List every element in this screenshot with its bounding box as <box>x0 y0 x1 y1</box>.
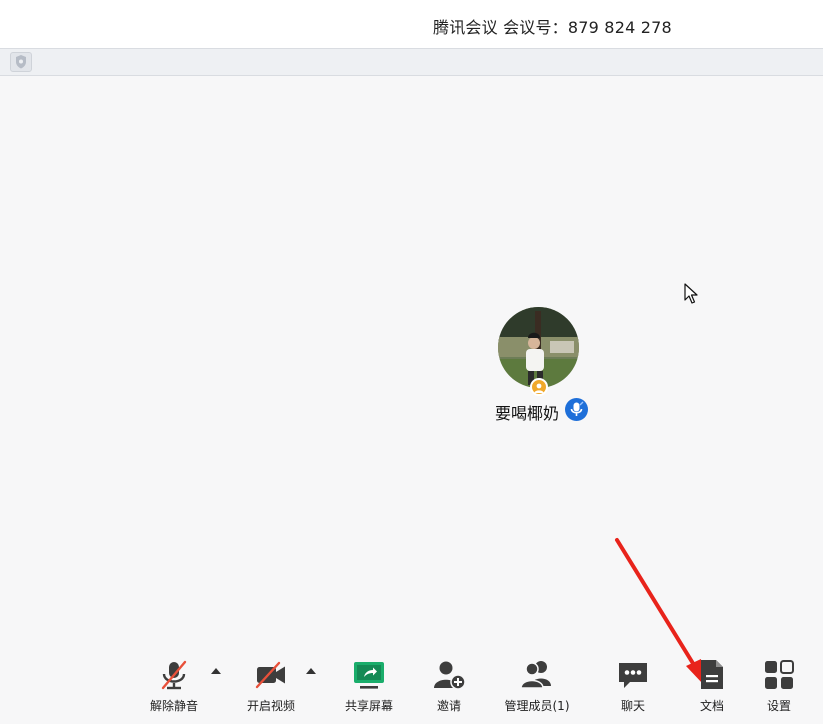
video-options-caret-icon[interactable] <box>306 668 316 674</box>
mic-muted-icon <box>161 660 187 690</box>
manage-members-button[interactable]: 管理成员(1) <box>502 658 572 718</box>
settings-button[interactable]: 设置 <box>744 658 814 718</box>
unmute-button[interactable]: 解除静音 <box>139 658 209 718</box>
share-screen-button[interactable]: 共享屏幕 <box>334 658 404 718</box>
start-video-label: 开启视频 <box>246 699 295 713</box>
info-bar <box>0 48 823 76</box>
manage-members-label: 管理成员(1) <box>504 699 570 713</box>
chat-label: 聊天 <box>620 699 645 713</box>
unmute-label: 解除静音 <box>149 699 198 713</box>
meeting-toolbar: 解除静音 开启视频 共享屏幕 邀请 管理成员(1) 聊天 文档 设置 <box>0 644 823 724</box>
document-icon <box>701 660 723 689</box>
share-screen-icon <box>354 662 384 689</box>
grid-icon <box>765 660 794 689</box>
camera-off-icon <box>255 661 285 689</box>
members-icon <box>520 661 551 689</box>
chat-button[interactable]: 聊天 <box>598 658 668 718</box>
documents-button[interactable]: 文档 <box>677 658 747 718</box>
participant-avatar <box>498 307 579 388</box>
video-stage <box>0 76 823 644</box>
invite-button[interactable]: 邀请 <box>414 658 484 718</box>
window-title: 腾讯会议 会议号：879 824 278 <box>433 18 672 37</box>
audio-options-caret-icon[interactable] <box>211 668 221 674</box>
start-video-button[interactable]: 开启视频 <box>236 658 306 718</box>
title-bar: 腾讯会议 会议号：879 824 278 <box>0 0 823 48</box>
mic-active-icon <box>565 398 588 421</box>
shield-icon[interactable] <box>10 52 32 72</box>
chat-icon <box>619 663 647 688</box>
participant-name: 要喝椰奶 <box>495 404 560 423</box>
mouse-cursor-icon <box>684 283 700 309</box>
settings-label: 设置 <box>766 699 791 713</box>
documents-label: 文档 <box>699 699 724 713</box>
invite-label: 邀请 <box>436 699 461 713</box>
host-icon <box>530 378 548 396</box>
add-user-icon <box>434 661 466 690</box>
share-screen-label: 共享屏幕 <box>344 699 393 713</box>
